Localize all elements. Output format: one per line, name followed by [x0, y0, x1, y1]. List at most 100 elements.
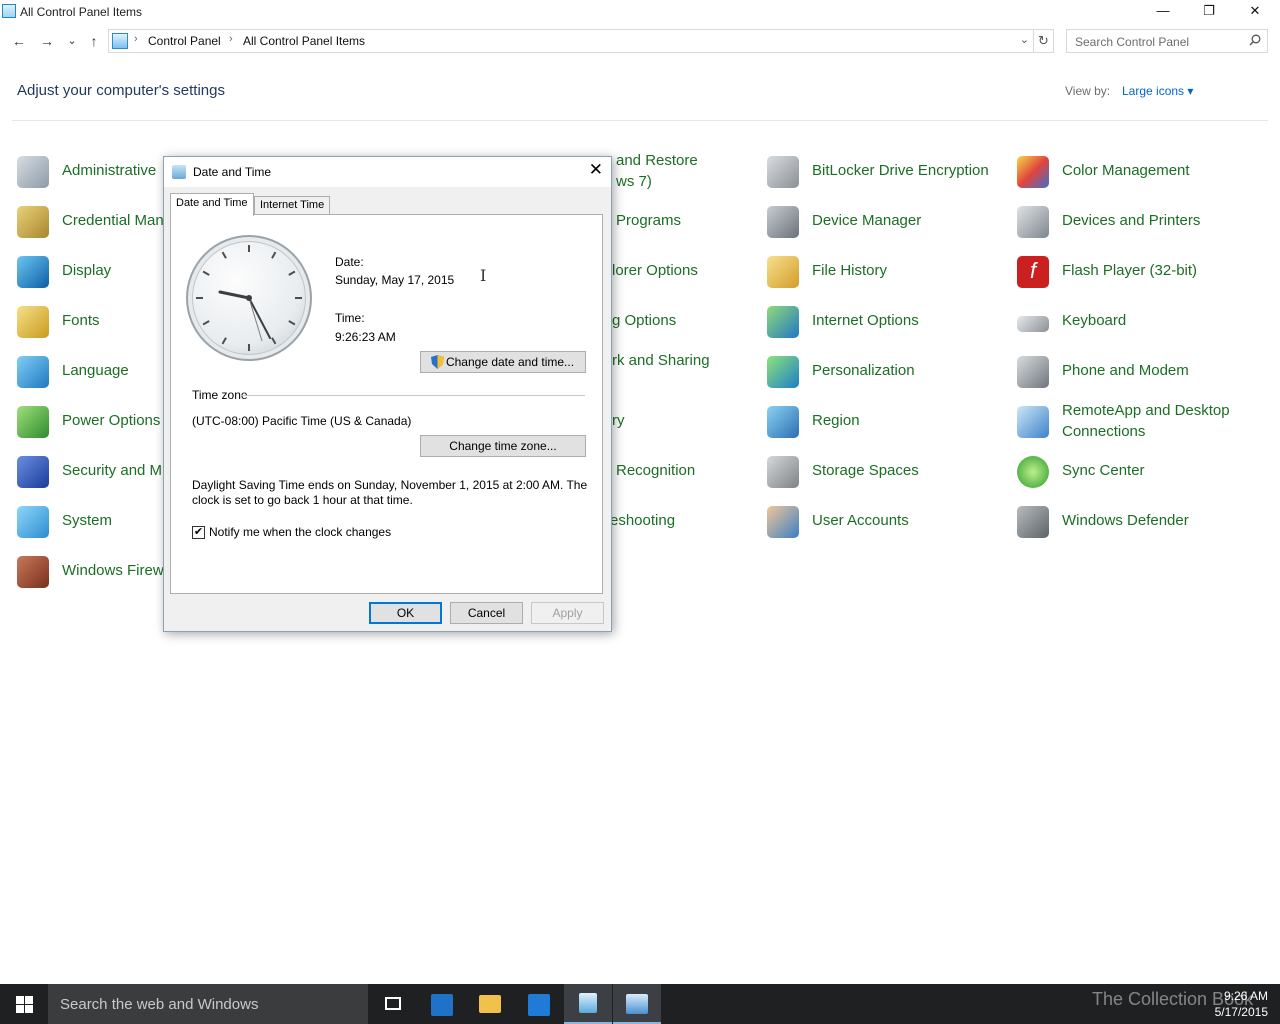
item-fonts[interactable]: Fonts	[17, 306, 167, 350]
recent-locations-button[interactable]: ⌄	[63, 32, 81, 50]
item-indexing-options[interactable]: g Options	[612, 310, 752, 350]
date-time-dialog: Date and Time ✕ Date and Time Internet T…	[163, 156, 612, 632]
item-windows-defender[interactable]: Windows Defender	[1017, 506, 1267, 550]
item-user-accounts[interactable]: User Accounts	[767, 506, 1007, 550]
forward-button[interactable]: →	[38, 32, 56, 50]
item-internet-options[interactable]: Internet Options	[767, 306, 1007, 350]
view-by-dropdown[interactable]: Large icons ▾	[1122, 84, 1193, 98]
item-network-sharing[interactable]: rk and Sharing	[612, 350, 752, 390]
chevron-down-icon[interactable]: ⌄	[1020, 33, 1029, 46]
taskbar-store-button[interactable]	[515, 984, 563, 1024]
item-administrative-tools[interactable]: Administrative	[17, 156, 167, 200]
item-label: Security and M	[62, 462, 163, 479]
item-language[interactable]: Language	[17, 356, 167, 400]
task-view-button[interactable]	[368, 984, 416, 1024]
close-button[interactable]: ✕	[1232, 0, 1278, 22]
bitlocker-icon	[767, 156, 799, 188]
windows-logo-icon	[16, 996, 33, 1013]
item-storage-spaces[interactable]: Storage Spaces	[767, 456, 1007, 500]
address-bar[interactable]: › Control Panel › All Control Panel Item…	[108, 29, 1034, 53]
breadcrumb-separator[interactable]: ›	[134, 33, 138, 45]
item-troubleshooting[interactable]: eshooting	[610, 510, 750, 550]
item-credential-manager[interactable]: Credential Man	[17, 206, 167, 250]
item-label: Storage Spaces	[812, 462, 919, 479]
text-cursor-icon: I	[480, 266, 487, 285]
breadcrumb-separator[interactable]: ›	[229, 33, 233, 45]
button-label: Change date and time...	[445, 355, 575, 369]
item-devices-printers[interactable]: Devices and Printers	[1017, 206, 1267, 250]
credential-manager-icon	[17, 206, 49, 238]
time-label: Time:	[335, 311, 365, 325]
start-button[interactable]	[0, 984, 48, 1024]
item-label: Programs	[616, 212, 682, 229]
tab-date-and-time[interactable]: Date and Time	[170, 193, 254, 216]
system-clock[interactable]: 9:26 AM 5/17/2015	[1215, 988, 1268, 1020]
item-region[interactable]: Region	[767, 406, 1007, 450]
ok-button[interactable]: OK	[369, 602, 442, 624]
item-label: Keyboard	[1062, 312, 1127, 329]
item-recovery[interactable]: ry	[612, 410, 752, 450]
cancel-button[interactable]: Cancel	[450, 602, 523, 624]
item-default-programs[interactable]: Programs	[616, 210, 756, 250]
taskbar-date-time-button[interactable]	[613, 984, 661, 1024]
taskbar: Search the web and Windows The Collectio…	[0, 984, 1280, 1024]
personalization-icon	[767, 356, 799, 388]
taskbar-ie-button[interactable]	[418, 984, 466, 1024]
breadcrumb-control-panel[interactable]: Control Panel	[148, 34, 221, 48]
item-personalization[interactable]: Personalization	[767, 356, 1007, 400]
item-remoteapp[interactable]: RemoteApp and Desktop Connections	[1017, 400, 1267, 444]
item-display[interactable]: Display	[17, 256, 167, 300]
search-input[interactable]: Search Control Panel	[1066, 29, 1268, 53]
change-date-time-button[interactable]: Change date and time...	[420, 351, 586, 373]
back-button[interactable]: ←	[10, 32, 28, 50]
item-backup-restore-line2[interactable]: ws 7)	[616, 171, 756, 211]
item-label: Device Manager	[812, 212, 922, 229]
item-label: and Restore	[616, 152, 698, 169]
item-color-management[interactable]: Color Management	[1017, 156, 1267, 200]
item-security-maintenance[interactable]: Security and M	[17, 456, 167, 500]
item-label: Flash Player (32-bit)	[1062, 262, 1198, 279]
item-file-history[interactable]: File History	[767, 256, 1007, 300]
item-phone-modem[interactable]: Phone and Modem	[1017, 356, 1267, 400]
change-time-zone-button[interactable]: Change time zone...	[420, 435, 586, 457]
apply-button[interactable]: Apply	[531, 602, 604, 624]
item-label: ry	[612, 412, 625, 429]
dialog-title-bar: Date and Time ✕	[164, 157, 611, 187]
search-icon[interactable]	[1249, 34, 1261, 46]
item-keyboard[interactable]: Keyboard	[1017, 310, 1267, 350]
defender-icon	[1017, 506, 1049, 538]
notify-checkbox[interactable]: ✔	[192, 526, 205, 539]
item-bitlocker[interactable]: BitLocker Drive Encryption	[767, 156, 1007, 200]
sync-icon	[1017, 456, 1049, 488]
date-time-icon	[172, 165, 186, 179]
close-icon[interactable]: ✕	[589, 160, 603, 180]
notify-label[interactable]: Notify me when the clock changes	[209, 525, 391, 539]
item-system[interactable]: System	[17, 506, 167, 550]
minimize-button[interactable]: —	[1140, 0, 1186, 22]
item-speech-recognition[interactable]: Recognition	[616, 460, 756, 500]
taskbar-search-input[interactable]: Search the web and Windows	[48, 984, 368, 1024]
item-windows-firewall[interactable]: Windows Firew	[17, 556, 167, 600]
refresh-button[interactable]: ↻	[1034, 29, 1054, 53]
flash-icon: f	[1017, 256, 1049, 288]
taskbar-file-explorer-button[interactable]	[466, 984, 514, 1024]
breadcrumb-all-items[interactable]: All Control Panel Items	[243, 34, 365, 48]
control-panel-icon	[579, 993, 597, 1013]
item-file-explorer-options[interactable]: lorer Options	[612, 260, 752, 300]
item-flash-player[interactable]: f Flash Player (32-bit)	[1017, 256, 1267, 300]
item-label: Administrative	[62, 162, 157, 179]
up-button[interactable]: ↑	[85, 32, 103, 50]
taskbar-control-panel-button[interactable]	[564, 984, 612, 1024]
phone-icon	[1017, 356, 1049, 388]
folder-icon	[479, 995, 501, 1013]
item-device-manager[interactable]: Device Manager	[767, 206, 1007, 250]
item-label-line2: Connections	[1062, 423, 1146, 440]
fonts-icon	[17, 306, 49, 338]
tab-internet-time[interactable]: Internet Time	[254, 196, 331, 215]
restore-button[interactable]: ❐	[1186, 0, 1232, 22]
item-power-options[interactable]: Power Options	[17, 406, 167, 450]
item-sync-center[interactable]: Sync Center	[1017, 456, 1267, 500]
divider	[241, 395, 585, 396]
power-options-icon	[17, 406, 49, 438]
tab-panel: Date: Sunday, May 17, 2015 Time: 9:26:23…	[170, 214, 603, 594]
